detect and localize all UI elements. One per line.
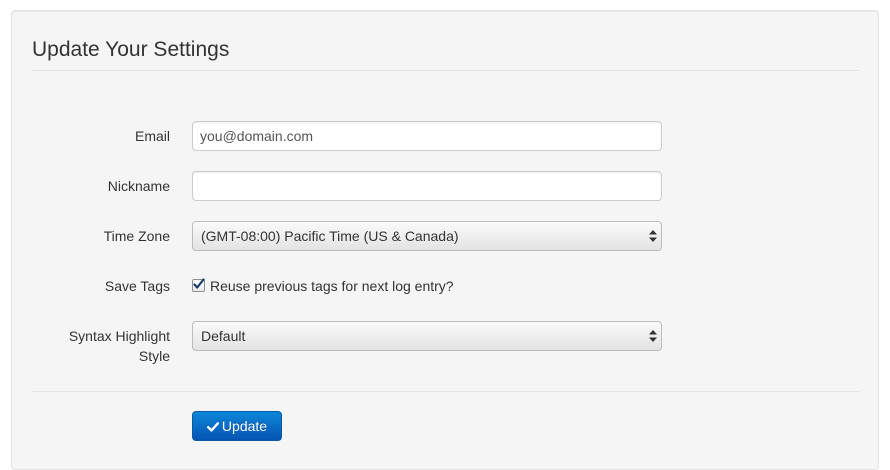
save-tags-checkbox[interactable] xyxy=(192,278,205,292)
form-title: Update Your Settings xyxy=(32,38,230,61)
update-button[interactable]: Update xyxy=(192,411,282,441)
checkmark-icon xyxy=(193,278,205,289)
check-icon xyxy=(206,422,219,432)
syntax-highlight-label-line1: Syntax Highlight xyxy=(68,328,170,344)
time-zone-selected-value: (GMT-08:00) Pacific Time (US & Canada) xyxy=(201,228,459,244)
nickname-input[interactable] xyxy=(192,171,662,201)
email-input[interactable] xyxy=(192,121,662,151)
nickname-label: Nickname xyxy=(107,178,170,194)
select-arrows-icon xyxy=(649,330,657,342)
time-zone-select[interactable]: (GMT-08:00) Pacific Time (US & Canada) xyxy=(192,221,662,251)
email-label: Email xyxy=(134,128,170,144)
syntax-highlight-label-line2: Style xyxy=(138,348,170,364)
syntax-highlight-selected-value: Default xyxy=(201,328,246,344)
title-divider xyxy=(32,70,860,71)
syntax-highlight-label: Syntax Highlight Style xyxy=(20,326,170,366)
select-arrows-icon xyxy=(649,230,657,242)
time-zone-label: Time Zone xyxy=(103,228,170,244)
actions-divider xyxy=(32,391,860,392)
save-tags-label: Save Tags xyxy=(104,278,170,294)
settings-form-panel: Update Your Settings Email Nickname Time… xyxy=(11,10,879,470)
update-button-label: Update xyxy=(221,418,268,434)
save-tags-option-label: Reuse previous tags for next log entry? xyxy=(210,278,454,294)
syntax-highlight-select[interactable]: Default xyxy=(192,321,662,351)
